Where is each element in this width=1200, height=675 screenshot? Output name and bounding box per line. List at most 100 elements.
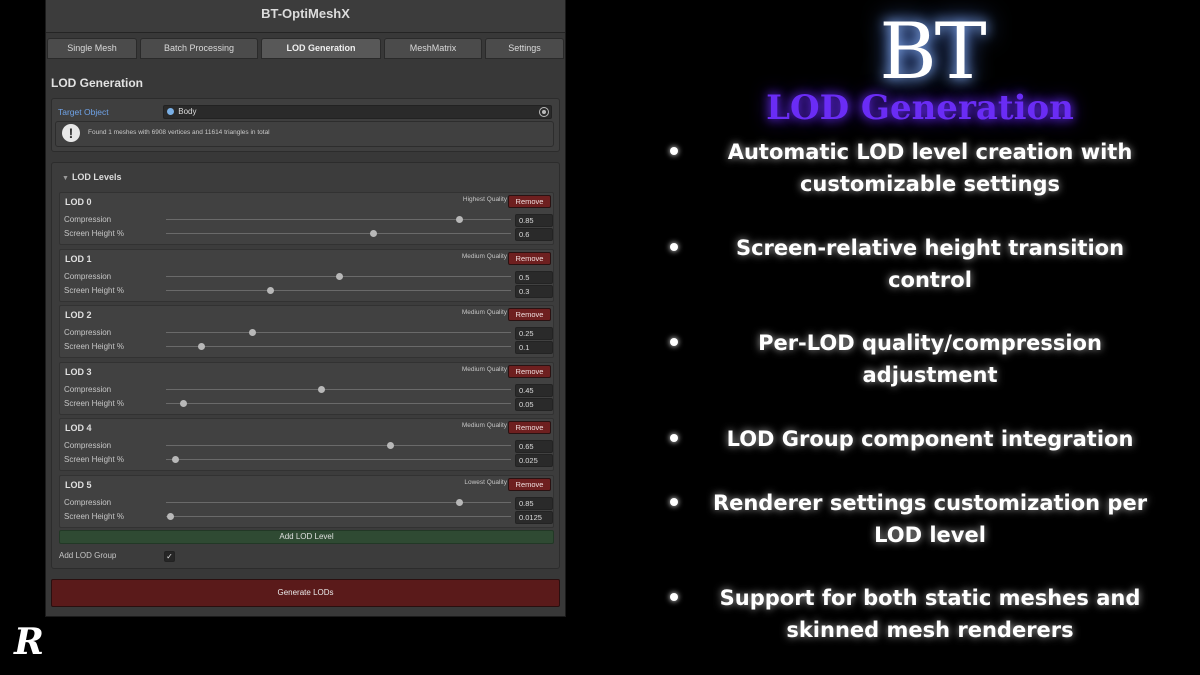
tab-batch-processing[interactable]: Batch Processing <box>140 38 258 59</box>
compression-input[interactable]: 0.5 <box>515 270 553 284</box>
lod-level-1: LOD 1 Medium Quality Remove Compression 0.5 S… <box>59 248 554 302</box>
screen-height-input[interactable]: 0.3 <box>515 284 553 298</box>
screen-height-label: Screen Height % <box>64 398 125 408</box>
compression-label: Compression <box>64 328 112 337</box>
bullet-dot-icon <box>670 338 678 346</box>
compression-input[interactable]: 0.45 <box>515 383 553 397</box>
tab-bar: Single Mesh Batch Processing LOD Generat… <box>47 38 564 59</box>
lod-name: LOD 0 <box>65 197 92 207</box>
compression-input[interactable]: 0.85 <box>515 496 553 510</box>
mesh-object-icon <box>167 108 174 115</box>
add-lod-level-button[interactable]: Add LOD Level <box>59 530 554 544</box>
lod-quality-label: Lowest Quality <box>464 478 507 486</box>
lod-quality-label: Medium Quality <box>461 422 507 429</box>
screen-height-slider-thumb[interactable] <box>167 512 175 520</box>
screen-height-slider-thumb[interactable] <box>171 456 179 463</box>
tab-meshmatrix[interactable]: MeshMatrix <box>384 38 482 59</box>
screen-height-slider[interactable] <box>166 456 511 463</box>
screen-height-slider[interactable] <box>166 399 511 407</box>
screen-height-label: Screen Height % <box>64 455 125 464</box>
screen-height-slider[interactable] <box>166 343 511 350</box>
lod-quality-label: Highest Quality <box>462 196 507 203</box>
compression-slider-thumb[interactable] <box>387 442 395 449</box>
screen-height-input[interactable]: 0.05 <box>515 397 553 411</box>
bullet-dot-icon <box>670 147 678 155</box>
screen-height-input[interactable]: 0.1 <box>515 341 553 354</box>
compression-input[interactable]: 0.25 <box>515 327 553 340</box>
compression-slider-thumb[interactable] <box>456 498 464 506</box>
bt-logo: BT <box>879 7 986 97</box>
generate-lods-button[interactable]: Generate LODs <box>51 579 560 607</box>
compression-slider[interactable] <box>166 498 511 506</box>
compression-label: Compression <box>64 384 112 394</box>
remove-lod-button[interactable]: Remove <box>508 308 551 321</box>
screen-height-slider-thumb[interactable] <box>197 343 205 350</box>
tab-settings[interactable]: Settings <box>485 38 564 59</box>
screen-height-slider-thumb[interactable] <box>266 286 274 294</box>
compression-slider-thumb[interactable] <box>335 272 343 280</box>
bullet-dot-icon <box>670 593 678 601</box>
feature-text: Screen-relative height transition contro… <box>735 236 1125 292</box>
screen-height-label: Screen Height % <box>64 229 125 238</box>
compression-slider[interactable] <box>166 385 511 393</box>
lod-levels-panel: ▼ LOD Levels LOD 0 Highest Quality Remove Co… <box>51 162 560 569</box>
brand-logo: R <box>14 621 44 663</box>
add-lod-group-label: Add LOD Group <box>59 551 117 560</box>
screen-height-input[interactable]: 0.6 <box>515 228 553 241</box>
compression-label: Compression <box>64 215 112 224</box>
target-object-field[interactable]: Body <box>163 105 552 119</box>
tab-single-mesh[interactable]: Single Mesh <box>47 38 137 59</box>
remove-lod-button[interactable]: Remove <box>508 251 551 265</box>
remove-lod-button[interactable]: Remove <box>508 477 551 491</box>
lod-level-3: LOD 3 Medium Quality Remove Compression 0.45… <box>59 361 554 415</box>
screen-height-slider[interactable] <box>166 286 511 294</box>
screen-height-slider-thumb[interactable] <box>370 230 377 237</box>
compression-slider-thumb[interactable] <box>318 385 326 393</box>
section-title: LOD Generation <box>51 76 144 90</box>
slide-title: LOD Generation <box>766 88 1074 128</box>
feature-text: Per-LOD quality/compression adjustment <box>758 331 1102 387</box>
screen-height-input[interactable]: 0.0125 <box>515 510 553 524</box>
screen-height-label: Screen Height % <box>64 285 125 295</box>
screen-height-slider[interactable] <box>166 512 511 520</box>
compression-slider-thumb[interactable] <box>249 329 257 336</box>
add-lod-group-checkbox[interactable]: ✓ <box>164 551 175 562</box>
lod-name: LOD 1 <box>65 253 92 264</box>
tab-lod-generation[interactable]: LOD Generation <box>261 38 381 59</box>
remove-lod-button[interactable]: Remove <box>508 195 551 208</box>
compression-slider[interactable] <box>166 216 511 223</box>
compression-slider[interactable] <box>166 442 511 449</box>
info-text: Found 1 meshes with 6908 vertices and 11… <box>88 129 270 136</box>
lod-quality-label: Medium Quality <box>461 365 507 373</box>
editor-window: BT-OptiMeshX Single Mesh Batch Processin… <box>46 0 565 616</box>
compression-input[interactable]: 0.85 <box>515 214 553 227</box>
compression-slider-thumb[interactable] <box>456 216 464 223</box>
lod-levels-title: LOD Levels <box>71 172 122 182</box>
compression-slider[interactable] <box>166 272 511 280</box>
target-object-label: Target Object <box>58 107 109 117</box>
object-picker-icon[interactable] <box>539 107 549 117</box>
compression-label: Compression <box>64 271 112 281</box>
remove-lod-button[interactable]: Remove <box>508 421 551 434</box>
lod-name: LOD 4 <box>65 423 92 433</box>
screen-height-label: Screen Height % <box>64 511 125 521</box>
screen-height-slider[interactable] <box>166 230 511 237</box>
screen-height-slider-thumb[interactable] <box>180 399 188 407</box>
foldout-arrow-icon: ▼ <box>62 175 69 182</box>
lod-quality-label: Medium Quality <box>461 309 507 316</box>
lod-name: LOD 2 <box>65 310 92 320</box>
target-object-value: Body <box>178 107 197 116</box>
bullet-dot-icon <box>670 434 678 442</box>
remove-lod-button[interactable]: Remove <box>508 364 551 378</box>
lod-levels-foldout[interactable]: ▼ LOD Levels <box>62 172 121 182</box>
compression-label: Compression <box>64 441 112 450</box>
compression-input[interactable]: 0.65 <box>515 440 553 453</box>
info-icon: ! <box>62 124 80 142</box>
compression-slider[interactable] <box>166 329 511 336</box>
screen-height-input[interactable]: 0.025 <box>515 454 553 467</box>
screen-height-label: Screen Height % <box>64 342 125 351</box>
feature-text: Automatic LOD level creation with custom… <box>727 140 1133 196</box>
info-helpbox: ! Found 1 meshes with 6908 vertices and … <box>55 121 554 147</box>
compression-label: Compression <box>64 497 112 507</box>
target-object-box: Target Object Body ! Found 1 meshes with… <box>51 98 560 152</box>
